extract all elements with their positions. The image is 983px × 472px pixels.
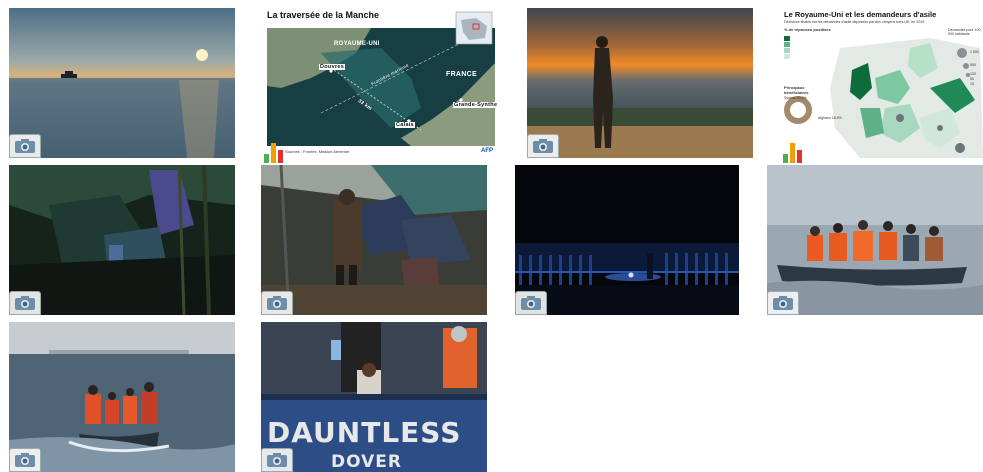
legend-value-10: 10 xyxy=(970,82,974,86)
thumbnail-border-force-vessel[interactable]: DAUNTLESS DOVER xyxy=(261,322,487,472)
legend-value-1500: 1 500 xyxy=(970,50,979,54)
chart-icon xyxy=(780,137,812,163)
map-title: La traversée de la Manche xyxy=(267,10,380,20)
map-subtitle: Décisions finales sur les demandes d'asi… xyxy=(784,20,925,24)
photo-dinghy-lifejackets xyxy=(767,165,983,315)
chart-icon xyxy=(261,137,293,163)
label-uk: ROYAUME-UNI xyxy=(334,41,380,47)
photo-boat-sunset xyxy=(9,8,235,158)
legend-value-100: 100 xyxy=(970,72,976,76)
thumbnail-channel-map[interactable]: La traversée de la Manche ROYAUME-UNI FR… xyxy=(261,8,500,163)
beneficiaries-label: Principaux bénéficiaires xyxy=(784,85,809,95)
photo-border-force-vessel xyxy=(261,322,487,472)
agency-logo: AFP xyxy=(481,148,493,154)
camera-icon xyxy=(767,291,799,315)
photo-migrant-camp xyxy=(261,165,487,315)
camera-icon xyxy=(261,448,293,472)
camera-icon xyxy=(515,291,547,315)
thumbnail-asylum-map[interactable]: Le Royaume-Uni et les demandeurs d'asile… xyxy=(780,8,983,163)
thumbnail-man-sunset[interactable] xyxy=(527,8,753,158)
photo-night-border xyxy=(515,165,739,315)
thumbnail-dinghy-crossing[interactable] xyxy=(9,322,235,472)
thumbnail-dinghy-lifejackets[interactable] xyxy=(767,165,983,315)
afghans-share: Afghans 18,9% xyxy=(818,116,842,120)
legend-title: % de réponses positives xyxy=(784,27,831,32)
camera-icon xyxy=(9,291,41,315)
map-channel-crossing xyxy=(261,8,500,163)
photo-dinghy-crossing xyxy=(9,322,235,472)
thumbnail-night-border[interactable] xyxy=(515,165,739,315)
label-grande-synthe: Grande-Synthe xyxy=(453,102,499,108)
camera-icon xyxy=(9,134,41,158)
map-credit: Sources : Frontex, Mission Aérienne xyxy=(285,149,350,154)
hull-name: DAUNTLESS xyxy=(267,416,462,449)
legend-demands: Demandes pour 100 000 habitants xyxy=(948,28,981,37)
camera-icon xyxy=(9,448,41,472)
legend-value-500: 500 xyxy=(970,63,976,67)
syriens-share: Syriens 20,9% xyxy=(784,96,807,100)
photo-man-sunset xyxy=(527,8,753,158)
label-douvres: Douvres xyxy=(319,64,346,70)
legend-value-50: 50 xyxy=(970,77,974,81)
thumbnail-boat-sunset[interactable] xyxy=(9,8,235,158)
camera-icon xyxy=(261,291,293,315)
camera-icon xyxy=(527,134,559,158)
label-france: FRANCE xyxy=(446,71,477,78)
thumbnail-tent-forest[interactable] xyxy=(9,165,235,315)
map-title: Le Royaume-Uni et les demandeurs d'asile xyxy=(784,10,937,19)
hull-port: DOVER xyxy=(331,452,402,472)
photo-tent-forest xyxy=(9,165,235,315)
thumbnail-migrant-camp[interactable] xyxy=(261,165,487,315)
label-calais: Calais xyxy=(395,122,416,128)
